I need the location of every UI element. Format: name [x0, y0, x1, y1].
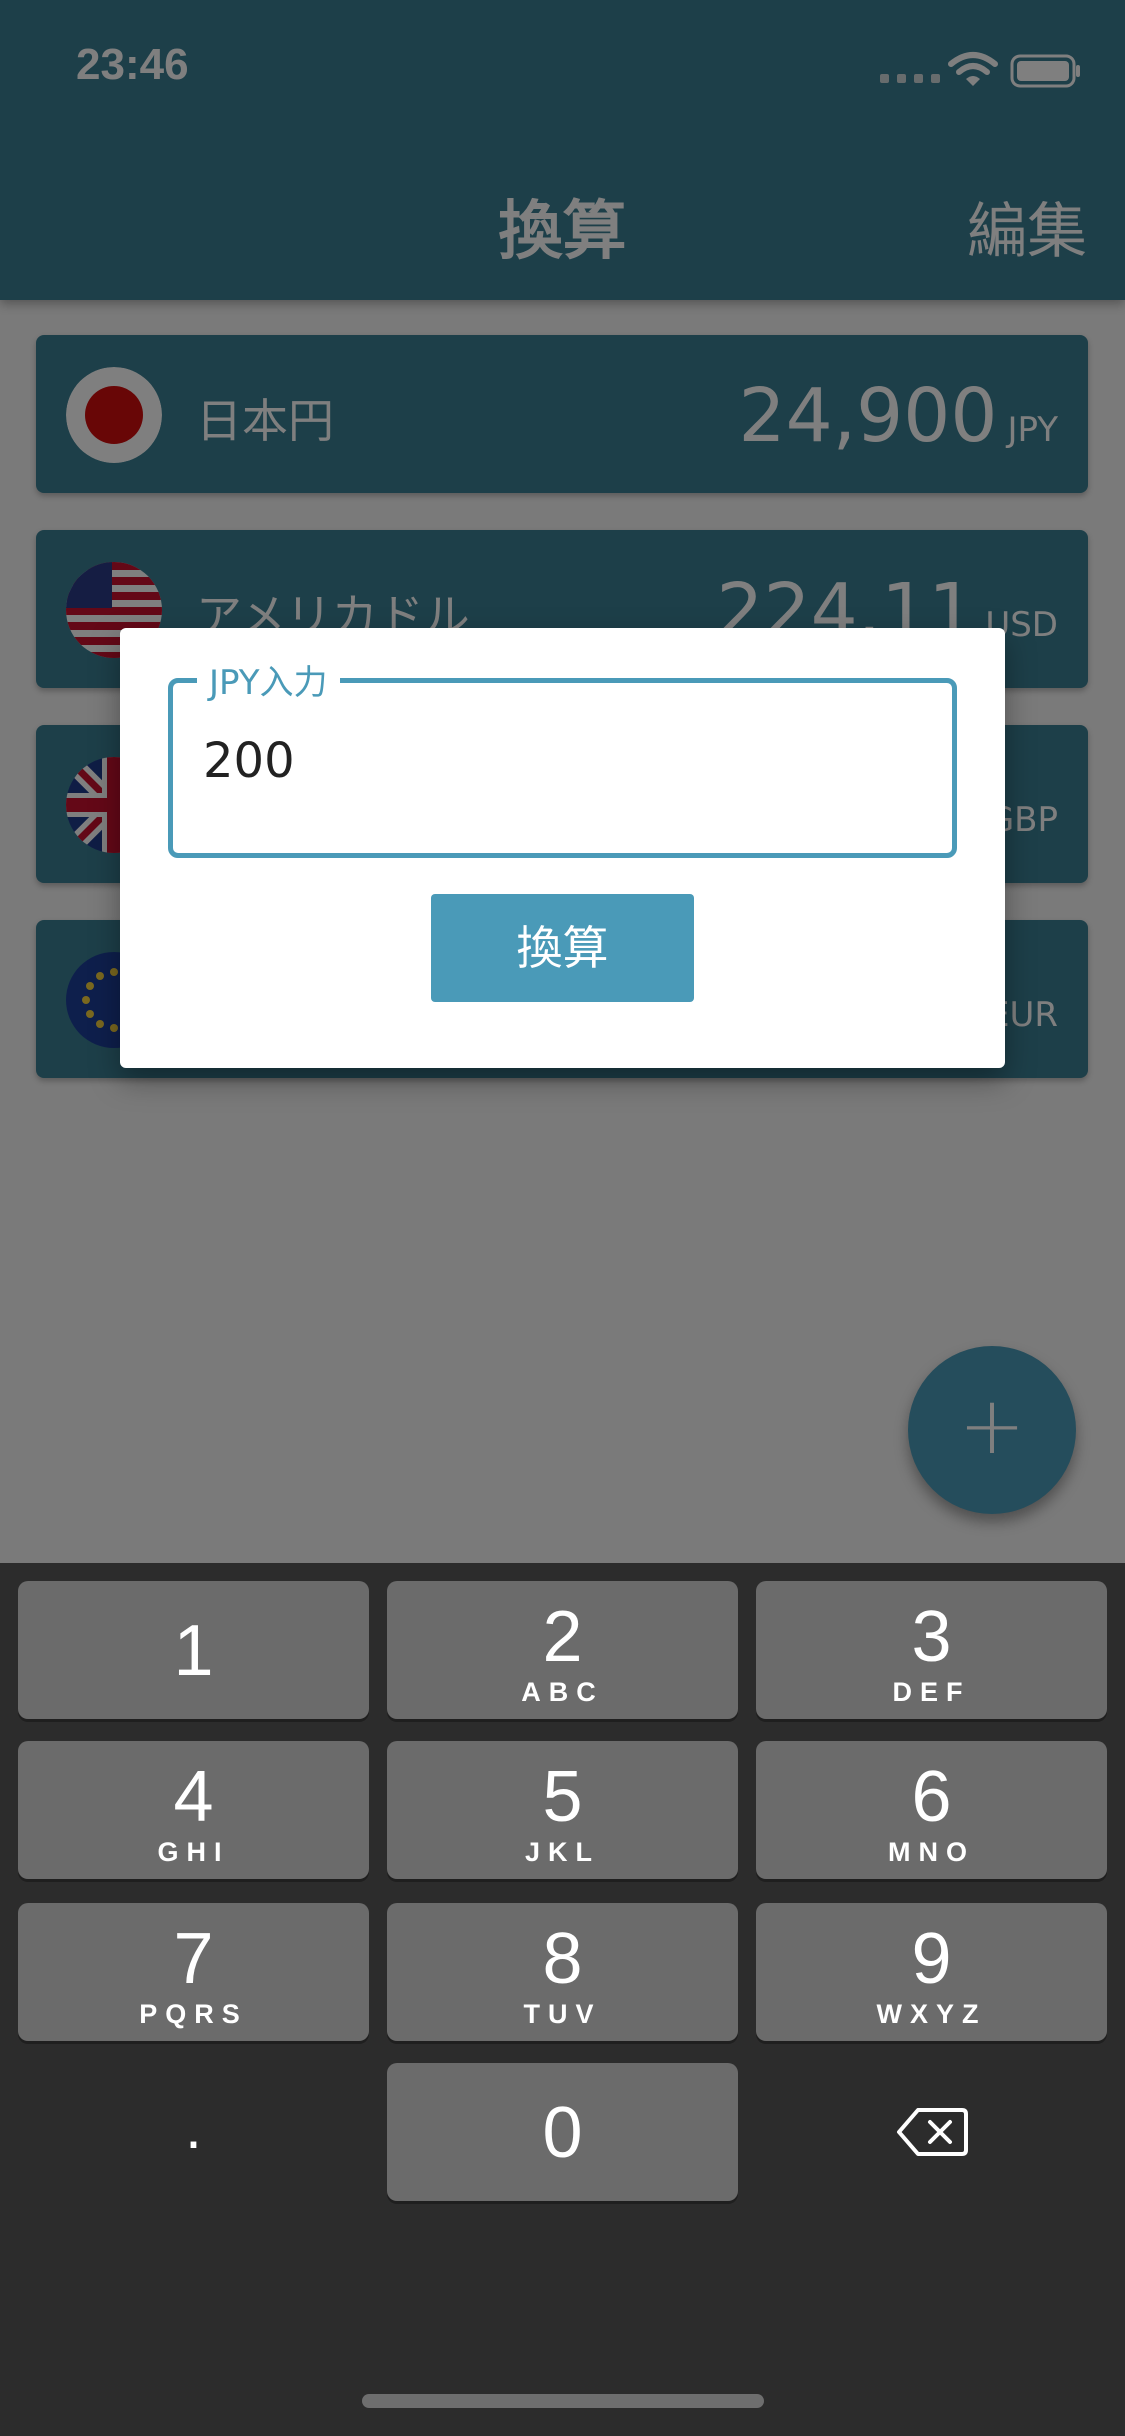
key-5[interactable]: 5 JKL [387, 1741, 738, 1879]
key-digit: 2 [542, 1597, 583, 1677]
key-digit: 4 [173, 1757, 214, 1837]
key-9[interactable]: 9 WXYZ [756, 1903, 1107, 2041]
key-digit: 6 [911, 1757, 952, 1837]
key-letters: JKL [524, 1837, 600, 1867]
key-digit: 8 [542, 1919, 583, 1999]
key-letters: TUV [523, 1999, 602, 2029]
key-letters: WXYZ [876, 1999, 987, 2029]
home-indicator [362, 2394, 764, 2408]
numeric-keypad: 1 2 ABC 3 DEF 4 GHI 5 JKL 6 MNO 7 PQRS 8… [0, 1563, 1125, 2436]
key-decimal[interactable]: . [18, 2063, 369, 2201]
delete-key[interactable] [756, 2063, 1107, 2201]
key-letters: ABC [521, 1677, 604, 1707]
convert-button[interactable]: 換算 [431, 894, 694, 1002]
key-letters: GHI [157, 1837, 230, 1867]
key-3[interactable]: 3 DEF [756, 1581, 1107, 1719]
key-digit: 3 [911, 1597, 952, 1677]
key-digit: 5 [542, 1757, 583, 1837]
key-digit: 1 [173, 1611, 214, 1691]
backspace-icon [896, 2108, 968, 2156]
key-letters: MNO [888, 1837, 975, 1867]
key-2[interactable]: 2 ABC [387, 1581, 738, 1719]
key-digit: 9 [911, 1919, 952, 1999]
key-8[interactable]: 8 TUV [387, 1903, 738, 2041]
key-letters: PQRS [139, 1999, 248, 2029]
jpy-input-field[interactable]: JPY入力 [168, 655, 957, 858]
key-6[interactable]: 6 MNO [756, 1741, 1107, 1879]
amount-input[interactable] [203, 733, 903, 789]
key-digit: . [185, 2094, 202, 2161]
key-letters: DEF [892, 1677, 971, 1707]
field-label: JPY入力 [197, 655, 340, 704]
key-4[interactable]: 4 GHI [18, 1741, 369, 1879]
conversion-dialog: JPY入力 換算 [120, 628, 1005, 1068]
key-7[interactable]: 7 PQRS [18, 1903, 369, 2041]
key-digit: 7 [173, 1919, 214, 1999]
key-0[interactable]: 0 [387, 2063, 738, 2201]
key-1[interactable]: 1 [18, 1581, 369, 1719]
key-digit: 0 [542, 2093, 583, 2173]
